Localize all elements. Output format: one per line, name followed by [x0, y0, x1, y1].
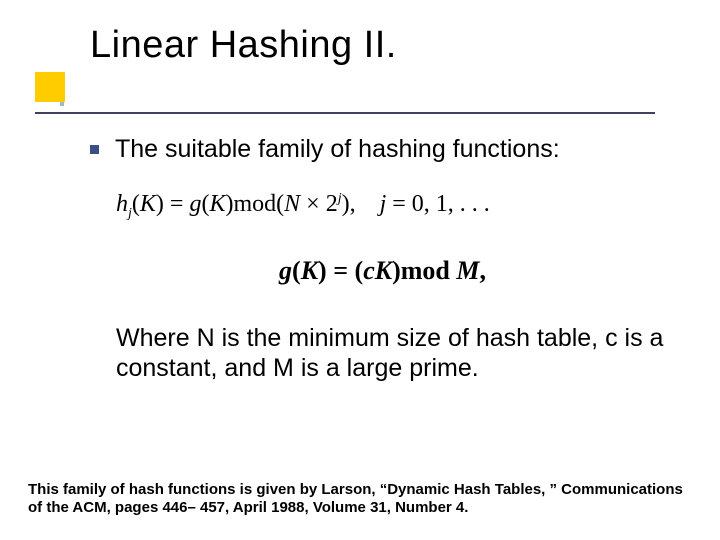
sym-K1: K — [140, 191, 156, 217]
sym-times: × — [300, 191, 326, 217]
formula-g: g(K) = (cK)mod M, — [90, 256, 675, 286]
sym-two: 2 — [326, 191, 338, 217]
accent-square-icon — [35, 72, 65, 102]
footnote-text: This family of hash functions is given b… — [28, 481, 688, 519]
slide: Linear Hashing II. The suitable family o… — [0, 0, 720, 540]
sym-g2: g — [279, 256, 292, 285]
sym-K2: K — [209, 191, 225, 217]
explanation-text: Where N is the minimum size of hash tabl… — [116, 324, 675, 383]
title-bar: Linear Hashing II. — [0, 32, 720, 112]
sub-j: j — [128, 206, 132, 221]
sym-end: , — [479, 256, 486, 285]
sym-eq1: = — [164, 191, 190, 217]
formula-hj: hj(K) = g(K)mod(N × 2j),j = 0, 1, . . . — [116, 191, 675, 222]
bullet-icon — [90, 145, 99, 154]
slide-title: Linear Hashing II. — [90, 24, 397, 67]
sym-eq2: = ( — [327, 256, 363, 285]
formula-block: hj(K) = g(K)mod(N × 2j),j = 0, 1, . . . … — [90, 191, 675, 383]
sym-mod: mod( — [233, 191, 284, 217]
sym-K3: K — [301, 256, 318, 285]
bullet-item: The suitable family of hashing functions… — [90, 134, 675, 165]
sym-jvals: = 0, 1, . . . — [386, 191, 490, 217]
accent-dot-icon — [60, 102, 64, 106]
title-underline — [35, 112, 655, 114]
sym-g1: g — [189, 191, 201, 217]
sym-M: M — [456, 256, 479, 285]
sym-cK: cK — [363, 256, 392, 285]
sym-h: h — [116, 191, 128, 217]
slide-body: The suitable family of hashing functions… — [90, 134, 675, 383]
sym-close1: ), — [342, 191, 356, 217]
sym-mod2: )mod — [392, 256, 456, 285]
bullet-text: The suitable family of hashing functions… — [115, 134, 560, 165]
sym-N: N — [284, 191, 300, 217]
